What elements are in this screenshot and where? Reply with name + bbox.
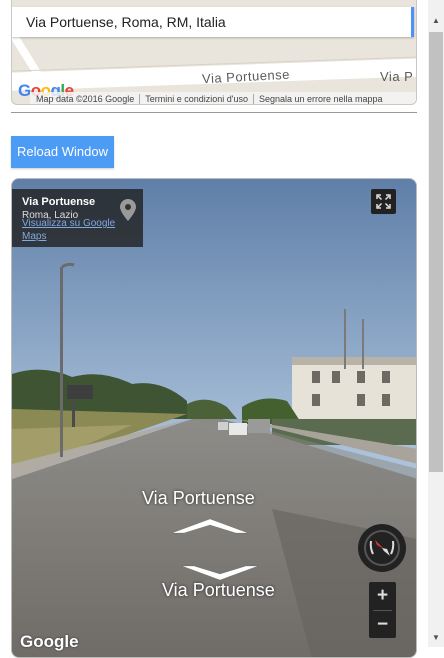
- google-logo-streetview: Google: [20, 632, 79, 651]
- report-error-link[interactable]: Segnala un errore nella mappa: [255, 94, 387, 104]
- address-search-box[interactable]: [12, 7, 414, 37]
- zoom-out-button[interactable]: −: [369, 611, 396, 638]
- zoom-in-button[interactable]: +: [369, 582, 396, 609]
- scroll-up-arrow[interactable]: ▲: [428, 14, 444, 28]
- backward-street-label: Via Portuense: [162, 580, 275, 600]
- fullscreen-icon: [376, 194, 391, 209]
- vertical-scrollbar[interactable]: ▲ ▼: [428, 0, 444, 647]
- map-pin-icon[interactable]: [120, 199, 136, 221]
- map-road-label: Via Portuense: [201, 66, 291, 87]
- horizontal-rule: [11, 112, 417, 113]
- map-data-credit: Map data ©2016 Google: [36, 94, 135, 104]
- street-view-info-card: Via Portuense Roma, Lazio Visualizza su …: [12, 189, 143, 247]
- reload-window-button[interactable]: Reload Window: [11, 136, 114, 168]
- info-title: Via Portuense: [22, 196, 96, 208]
- compass-icon: [364, 530, 400, 566]
- terms-link[interactable]: Termini e condizioni d'uso: [141, 94, 252, 104]
- map-road-label-right: Via P: [380, 69, 414, 84]
- chevron-up-icon[interactable]: [170, 515, 250, 537]
- page: Via Portuense Via P Google Map data ©201…: [0, 0, 428, 658]
- map-attribution-bar: Map data ©2016 Google Termini e condizion…: [30, 92, 416, 104]
- view-on-google-maps-link[interactable]: Visualizza su Google Maps: [22, 217, 132, 243]
- fullscreen-button[interactable]: [371, 189, 396, 214]
- scroll-down-arrow[interactable]: ▼: [428, 631, 444, 645]
- scroll-thumb[interactable]: [429, 32, 443, 472]
- forward-street-label: Via Portuense: [142, 488, 255, 508]
- address-search-input[interactable]: [26, 12, 396, 32]
- compass-control[interactable]: [358, 524, 406, 572]
- zoom-controls: + −: [369, 582, 396, 638]
- map-view[interactable]: Via Portuense Via P Google Map data ©201…: [11, 0, 417, 105]
- street-view-panorama[interactable]: Via Portuense Roma, Lazio Visualizza su …: [11, 178, 417, 658]
